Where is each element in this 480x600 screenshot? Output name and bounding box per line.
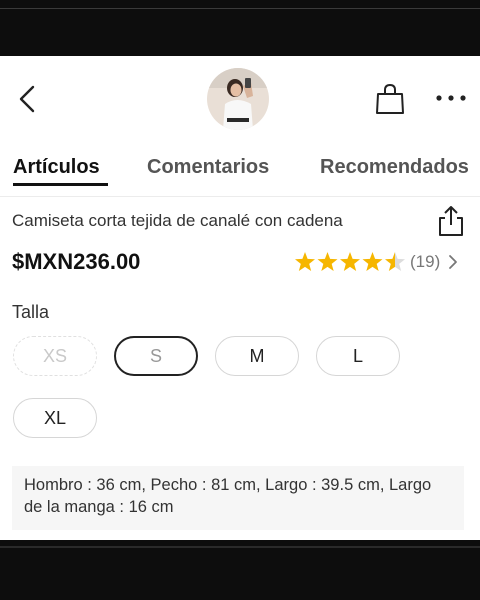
more-icon[interactable] [433,94,469,102]
size-measurements: Hombro : 36 cm, Pecho : 81 cm, Largo : 3… [12,466,464,530]
star-icon [340,252,360,271]
tab-articulos[interactable]: Artículos [13,156,100,179]
product-screen: Artículos Comentarios Recomendados Camis… [0,56,480,540]
top-letterbox [0,0,480,56]
product-title: Camiseta corta tejida de canalé con cade… [12,211,343,230]
star-icon [362,252,383,271]
active-tab-indicator [13,183,108,186]
share-icon[interactable] [436,204,466,238]
star-icon [295,252,315,271]
product-price: $MXN236.00 [12,249,141,274]
star-rating [295,252,405,271]
size-option-l[interactable]: L [316,336,400,376]
size-option-xs[interactable]: XS [13,336,97,376]
size-option-m[interactable]: M [215,336,299,376]
chevron-right-icon [449,255,458,269]
shopping-bag-icon[interactable] [374,82,406,116]
size-label: Talla [12,302,50,322]
avatar[interactable] [207,68,269,130]
size-option-xl[interactable]: XL [13,398,97,438]
tab-comentarios[interactable]: Comentarios [147,156,269,179]
tab-recomendados[interactable]: Recomendados [320,156,469,179]
rating[interactable]: (19) [294,251,458,273]
star-icon [385,252,405,271]
divider [0,196,480,197]
size-option-s[interactable]: S [114,336,198,376]
star-icon [317,252,338,271]
chevron-left-icon[interactable] [14,84,40,114]
bottom-letterbox [0,540,480,600]
review-count: (19) [410,252,441,271]
